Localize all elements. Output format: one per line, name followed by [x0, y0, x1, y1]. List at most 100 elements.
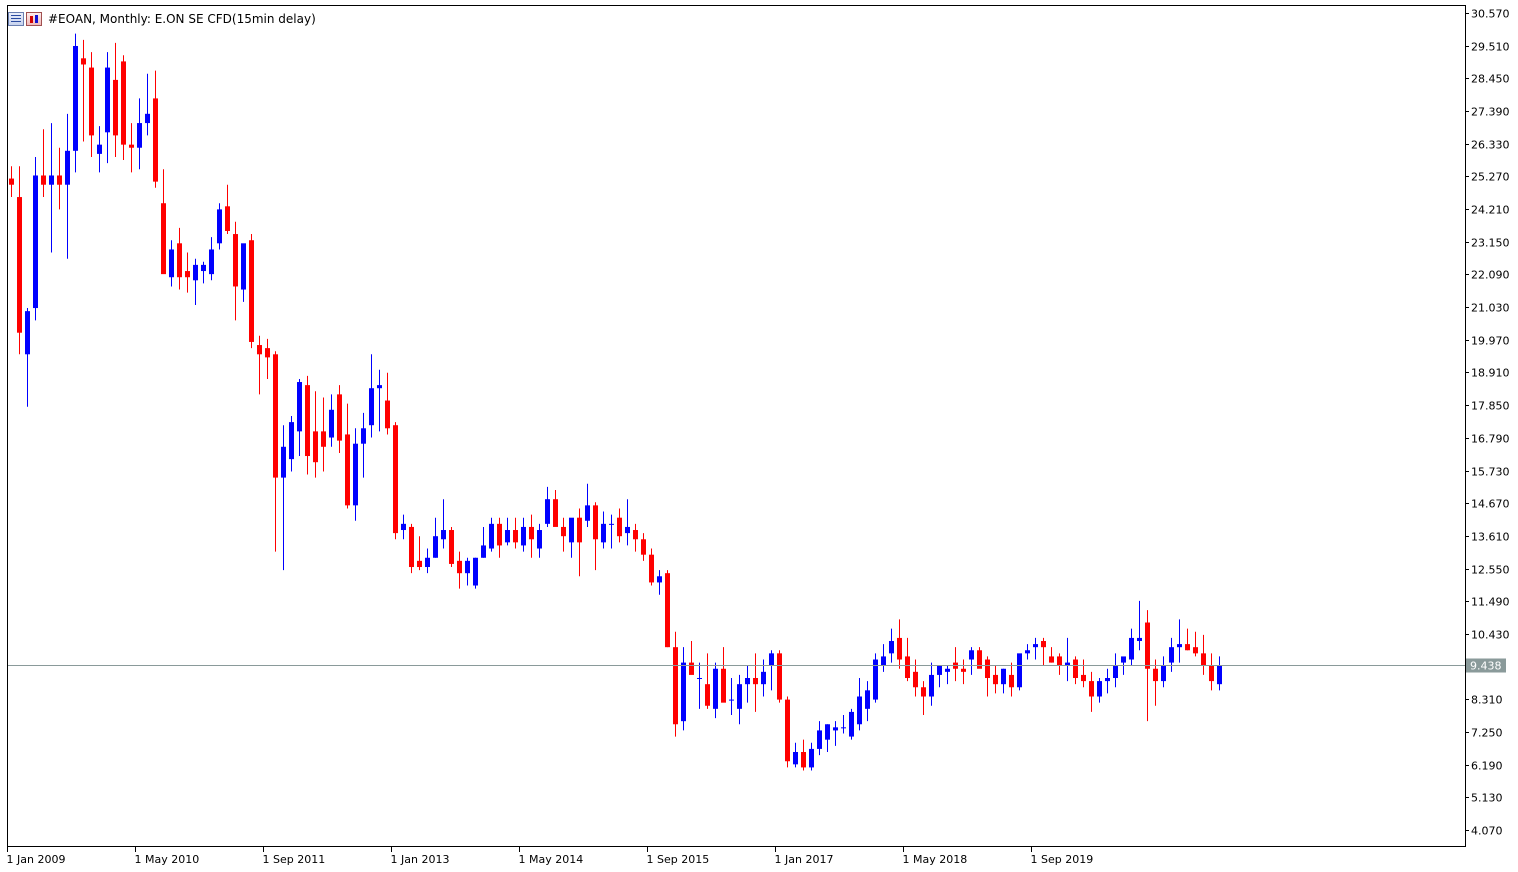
candle-body: [689, 662, 694, 675]
candle-body: [345, 434, 350, 506]
chart-header: #EOAN, Monthly: E.ON SE CFD(15min delay): [8, 11, 316, 27]
candle: [833, 721, 838, 746]
candle: [857, 678, 862, 731]
price-tick-label: 17.850: [1471, 400, 1510, 413]
candle-body: [537, 530, 542, 549]
chart-list-icon[interactable]: [8, 12, 24, 26]
candle-body: [289, 422, 294, 460]
candle: [73, 33, 78, 173]
candle-body: [241, 243, 246, 290]
candle-body: [513, 530, 518, 543]
price-tick-label: 14.670: [1471, 498, 1510, 511]
candle-body: [225, 206, 230, 231]
candle: [889, 628, 894, 663]
candle-body: [937, 665, 942, 675]
candle-body: [905, 656, 910, 679]
candle: [993, 665, 998, 694]
candle: [721, 647, 726, 703]
candle: [649, 548, 654, 586]
candle: [1041, 637, 1046, 666]
candle: [41, 129, 46, 198]
time-tick-label: 1 Jan 2013: [391, 853, 450, 866]
candle: [401, 514, 406, 540]
candle: [137, 98, 142, 170]
candle: [97, 126, 102, 173]
candle: [1001, 668, 1006, 694]
candle: [817, 721, 822, 756]
candle: [489, 517, 494, 552]
candle-body: [1105, 678, 1110, 682]
candle-body: [609, 523, 614, 525]
candle-body: [17, 197, 22, 333]
candle: [601, 511, 606, 549]
candle: [65, 113, 70, 259]
candle-body: [1185, 644, 1190, 651]
candle-body: [1113, 665, 1118, 679]
candle: [545, 486, 550, 527]
candle-body: [993, 674, 998, 685]
candle-body: [209, 249, 214, 275]
candle-body: [601, 523, 606, 543]
candle-body: [65, 150, 70, 185]
candle-body: [257, 345, 262, 355]
candle-body: [649, 554, 654, 583]
candle: [129, 123, 134, 173]
candle: [881, 644, 886, 672]
candle-body: [449, 530, 454, 564]
candle-body: [153, 98, 158, 182]
candle: [17, 166, 22, 355]
candle-body: [625, 526, 630, 534]
candle: [937, 665, 942, 688]
candle: [553, 489, 558, 527]
price-tick-label: 19.970: [1471, 335, 1510, 348]
candle: [657, 570, 662, 595]
candle: [345, 403, 350, 509]
candle-body: [545, 499, 550, 524]
candle: [873, 653, 878, 703]
candle-body: [553, 499, 558, 527]
time-tick-label: 1 Jan 2009: [7, 853, 66, 866]
candle-body: [185, 271, 190, 278]
candle-body: [1025, 650, 1030, 654]
candle: [1185, 628, 1190, 651]
candle-body: [401, 523, 406, 531]
candle-body: [497, 523, 502, 546]
ohlc-window-icon[interactable]: [26, 12, 42, 26]
candle: [193, 258, 198, 305]
candle: [537, 523, 542, 558]
candle-body: [177, 243, 182, 278]
candle-body: [465, 560, 470, 574]
candle-body: [1193, 647, 1198, 654]
candle: [633, 523, 638, 552]
candle-body: [57, 175, 62, 185]
candle-body: [697, 678, 702, 680]
candle: [89, 52, 94, 157]
candle-body: [561, 526, 566, 537]
candle-body: [321, 431, 326, 447]
chart-window[interactable]: 9.438 30.570 29.510 28.450 27.390 26.330 25.2…: [0, 0, 1518, 872]
candle-body: [417, 560, 422, 568]
candle-body: [1121, 656, 1126, 663]
candle: [521, 517, 526, 552]
price-tick-label: 25.270: [1471, 171, 1510, 184]
time-tick-label: 1 May 2010: [135, 853, 200, 866]
price-tick-label: 28.450: [1471, 73, 1510, 86]
candle-body: [897, 637, 902, 660]
candle: [777, 650, 782, 703]
candle: [945, 665, 950, 685]
candle-body: [105, 67, 110, 133]
candle-body: [393, 425, 398, 534]
candle-body: [89, 67, 94, 136]
price-tick-label: 29.510: [1471, 41, 1510, 54]
price-tick-label: 15.730: [1471, 466, 1510, 479]
candle: [753, 653, 758, 712]
price-tick-label: 12.550: [1471, 564, 1510, 577]
price-tick-label: 16.790: [1471, 433, 1510, 446]
candle: [729, 678, 734, 716]
price-tick-label: 13.610: [1471, 531, 1510, 544]
candle: [1057, 653, 1062, 675]
price-tick-label: 18.910: [1471, 367, 1510, 380]
candlestick-chart[interactable]: 9.438 30.570 29.510 28.450 27.390 26.330 25.2…: [0, 0, 1518, 872]
candle: [425, 548, 430, 574]
candle-body: [769, 653, 774, 666]
